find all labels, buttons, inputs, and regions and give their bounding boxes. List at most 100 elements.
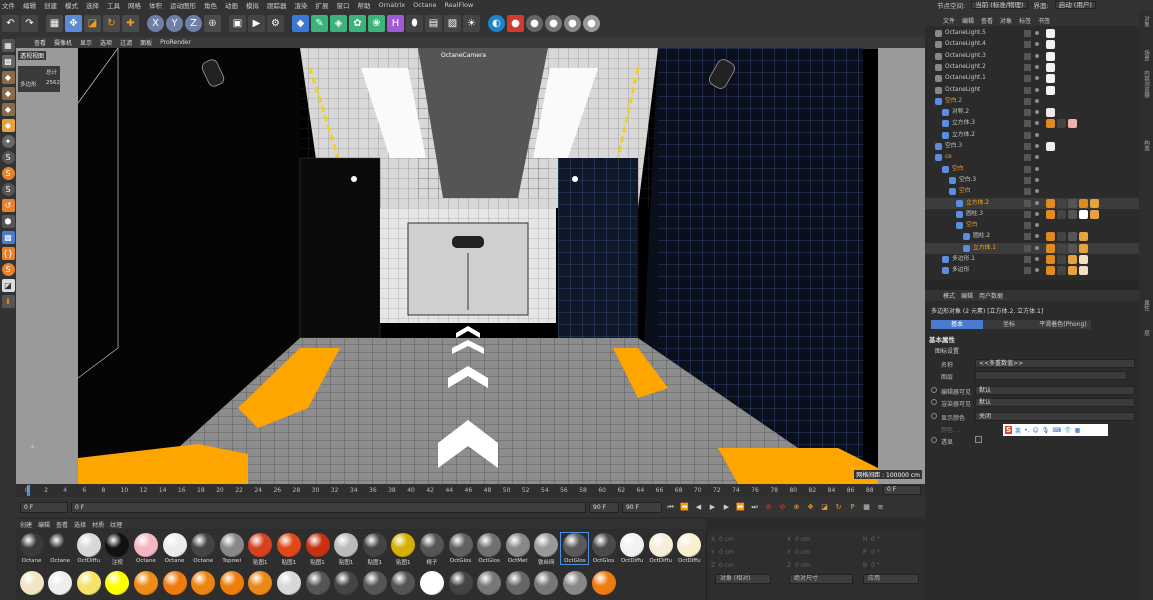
material-swatch[interactable] — [104, 571, 131, 595]
planar-workplane-icon[interactable]: ⬢ — [1, 215, 15, 228]
object-row[interactable]: 多边形.1 — [925, 254, 1139, 265]
world-coord-icon[interactable]: ⊕ — [204, 15, 221, 32]
visibility-toggle[interactable] — [1024, 120, 1031, 128]
material-tag-icon[interactable] — [1057, 198, 1066, 208]
side-tab[interactable]: 场景 — [1142, 50, 1150, 61]
render-view-icon[interactable]: ▣ — [229, 15, 246, 32]
material-swatch[interactable]: OctDiffu — [647, 533, 674, 564]
visibility-toggle[interactable] — [1024, 210, 1031, 218]
z-axis-lock-icon[interactable]: Z — [185, 15, 202, 32]
menu-item-17[interactable]: Ornatrix — [379, 1, 406, 9]
end-frame-field[interactable]: 90 F — [622, 501, 662, 513]
punctuation-icon[interactable]: •, — [1024, 427, 1029, 434]
material-tag-icon[interactable] — [1057, 243, 1066, 253]
menu-item-10[interactable]: 动画 — [225, 0, 238, 10]
object-row[interactable]: 圆柱.2 — [925, 231, 1139, 242]
material-tag-icon[interactable] — [1046, 243, 1055, 253]
material-tag-icon[interactable] — [1079, 266, 1088, 276]
material-tag-icon[interactable] — [1068, 243, 1077, 253]
download-icon[interactable]: ⬇ — [1, 295, 15, 308]
octane-material-icon[interactable]: ● — [526, 15, 543, 32]
menu-item-6[interactable]: 网格 — [128, 0, 141, 10]
visibility-toggle[interactable] — [1024, 97, 1031, 105]
viewport-menu-item[interactable]: 显示 — [80, 38, 92, 47]
coord-mode-dropdown[interactable]: 对象 (相对) — [715, 574, 771, 584]
xray-checkbox[interactable] — [975, 436, 982, 443]
rotate-tool-icon[interactable]: ↻ — [103, 15, 120, 32]
coord-av[interactable]: 0 cm — [719, 536, 734, 543]
ime-toolbar[interactable]: S 英 •, ☺ 🎙 ⌨ 👕 ▦ — [1003, 424, 1108, 436]
render-visible-dropdown[interactable]: 默认 — [975, 398, 1135, 407]
material-tag-icon[interactable] — [1079, 255, 1088, 264]
field-icon[interactable]: ⬮ — [406, 15, 423, 32]
layer-field[interactable] — [975, 371, 1127, 380]
material-swatch[interactable]: 贴图1 — [247, 533, 274, 566]
checkerboard-icon[interactable]: ▩ — [1, 55, 15, 68]
object-row[interactable]: 立方体.3 — [925, 118, 1139, 129]
render-dot[interactable] — [1035, 189, 1039, 194]
material-swatch[interactable] — [247, 571, 274, 595]
object-menu-item[interactable]: 查看 — [981, 16, 993, 25]
material-swatch[interactable] — [190, 571, 217, 595]
points-mode-icon[interactable]: ◆ — [1, 103, 15, 116]
render-dot[interactable] — [1035, 121, 1039, 126]
visibility-toggle[interactable] — [1024, 41, 1031, 49]
render-dot[interactable] — [1035, 234, 1039, 239]
render-dot[interactable] — [1035, 177, 1039, 182]
render-dot[interactable] — [1035, 98, 1039, 103]
menu-item-13[interactable]: 渲染 — [295, 0, 308, 10]
object-menu-item[interactable]: 书签 — [1038, 16, 1050, 25]
menu-item-8[interactable]: 运动图形 — [170, 0, 196, 10]
attribute-menu-item[interactable]: 模式 — [943, 291, 955, 300]
side-tab[interactable]: 内容浏览器 — [1142, 70, 1150, 98]
subdivision-icon[interactable]: ◈ — [330, 15, 347, 32]
material-tag-icon[interactable] — [1079, 209, 1088, 219]
octane-glossy-icon[interactable]: ● — [564, 15, 581, 32]
octane-live-viewer-icon[interactable]: ◐ — [488, 15, 505, 32]
material-swatch[interactable] — [132, 571, 159, 595]
visibility-toggle[interactable] — [1024, 233, 1031, 241]
visibility-toggle[interactable] — [1024, 188, 1031, 196]
material-tag-icon[interactable] — [1046, 108, 1055, 118]
model-mode-icon[interactable]: ◆ — [1, 71, 15, 84]
attribute-tab[interactable]: 坐标 — [983, 320, 1035, 329]
material-swatch[interactable] — [18, 571, 45, 595]
workplane-icon[interactable]: S — [1, 183, 15, 196]
object-row[interactable]: 立方体.2 — [925, 197, 1139, 209]
attribute-menu-item[interactable]: 编辑 — [961, 291, 973, 300]
material-menu-item[interactable]: 选择 — [74, 520, 86, 529]
coord-cv[interactable]: 0 ° — [871, 536, 880, 543]
mograph-icon[interactable]: ❀ — [368, 15, 385, 32]
menu-item-1[interactable]: 编辑 — [23, 0, 36, 10]
side-tab[interactable]: 层 — [1142, 330, 1150, 336]
material-swatch[interactable] — [447, 571, 474, 595]
material-tag-icon[interactable] — [1079, 198, 1088, 208]
material-tag-icon[interactable] — [1068, 266, 1077, 276]
material-tag-icon[interactable] — [1046, 40, 1055, 50]
material-menu-item[interactable]: 创建 — [20, 520, 32, 529]
attribute-tab[interactable]: 基本 — [931, 320, 983, 329]
object-row[interactable]: 立方体.2 — [925, 130, 1139, 141]
material-menu-item[interactable]: 查看 — [56, 520, 68, 529]
render-dot[interactable] — [1035, 223, 1039, 228]
material-swatch[interactable] — [333, 571, 360, 595]
coord-bv[interactable]: 0 cm — [795, 536, 810, 543]
viewport-menu-item[interactable]: 面板 — [140, 38, 152, 47]
render-dot[interactable] — [1035, 64, 1039, 69]
autokey-icon[interactable]: ⊘ — [777, 502, 788, 513]
material-tag-icon[interactable] — [1046, 29, 1055, 38]
scale-tool-icon[interactable]: ◪ — [84, 15, 101, 32]
x-axis-lock-icon[interactable]: X — [147, 15, 164, 32]
menu-item-15[interactable]: 窗口 — [337, 0, 350, 10]
menu-item-2[interactable]: 创建 — [44, 0, 57, 10]
play-icon[interactable]: ▶ — [707, 502, 718, 513]
material-swatch[interactable]: Octane — [47, 533, 74, 564]
material-swatch[interactable] — [75, 571, 102, 595]
render-dot[interactable] — [1035, 110, 1039, 115]
timeline-ruler[interactable]: 0 2 4 6 8 10 12 14 16 18 20 22 24 26 28 30 32 34 36 38 40 42 4… — [16, 484, 925, 497]
coord-apply-button[interactable]: 应用 — [863, 574, 919, 584]
material-tag-icon[interactable] — [1046, 266, 1055, 276]
material-swatch[interactable]: 注视 — [104, 533, 131, 566]
material-swatch[interactable]: 贴图1 — [275, 533, 302, 566]
material-swatch[interactable]: OctGlos — [447, 533, 474, 564]
